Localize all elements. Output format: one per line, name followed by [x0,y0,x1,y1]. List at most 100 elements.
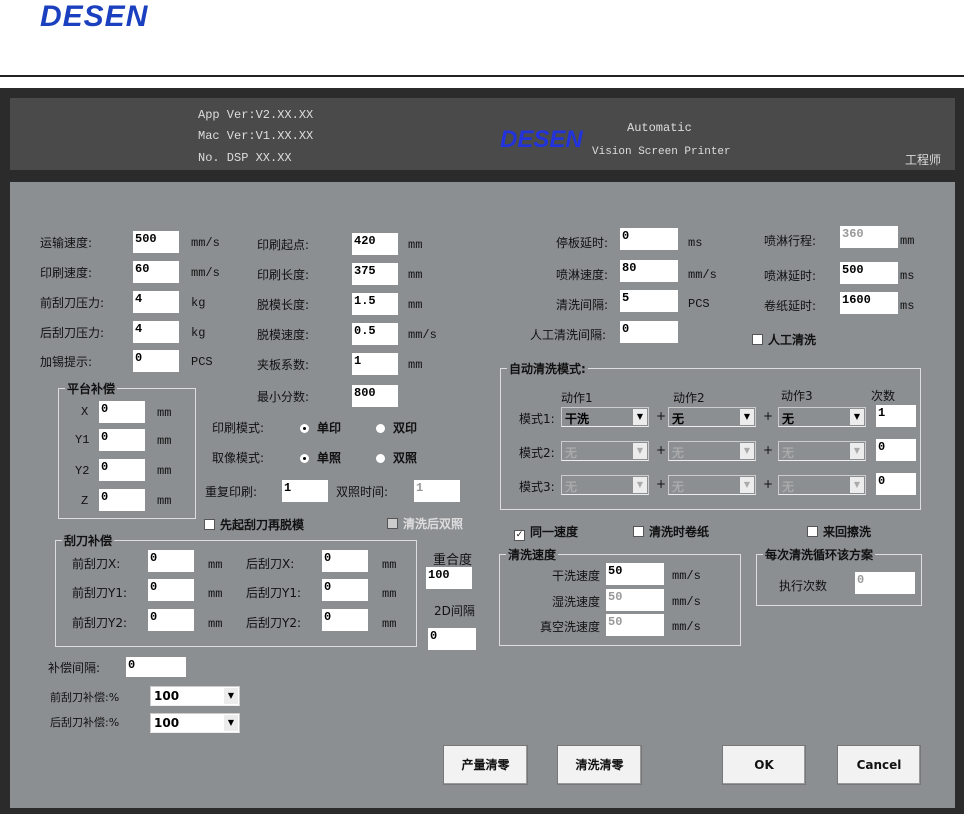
unit: kg [191,296,206,310]
front-blade-y1-input[interactable]: 0 [148,579,194,601]
cycle-count-input[interactable]: 0 [855,572,915,594]
clean-interval-label: 清洗间隔: [556,298,609,312]
image-mode-double[interactable]: 双照 [376,449,417,466]
mode2-count-input[interactable]: 0 [876,439,916,461]
mode1-action2-select[interactable]: 无 ▼ [668,407,756,427]
unit: mm [408,298,423,312]
stop-delay-input[interactable]: 0 [620,228,678,250]
gap2d-input[interactable]: 0 [428,628,476,650]
mode1-action3-select[interactable]: 无 ▼ [778,407,866,427]
wet-speed-input[interactable]: 50 [606,589,664,611]
print-start-input[interactable]: 420 [352,233,398,255]
print-mode-single[interactable]: 单印 [300,419,341,436]
reset-clean-button[interactable]: 清洗清零 [557,745,642,785]
min-score-label: 最小分数: [257,390,310,404]
rear-pressure-input[interactable]: 4 [133,321,179,343]
settings-panel: 运输速度: 500 mm/s 印刷速度: 60 mm/s 前刮刀压力: 4 kg… [10,182,955,808]
print-mode-double[interactable]: 双印 [376,419,417,436]
demold-speed-label: 脱模速度: [257,328,310,342]
reset-output-button[interactable]: 产量清零 [443,745,528,785]
unit: mm [208,617,223,631]
print-length-input[interactable]: 375 [352,263,398,285]
platform-y1-input[interactable]: 0 [99,429,145,451]
unit: PCS [688,297,710,311]
back-forth-checkbox[interactable]: 来回擦洗 [807,523,871,540]
app-version: App Ver:V2.XX.XX [198,108,314,122]
unit: mm [157,464,172,478]
radio-label: 单印 [317,421,342,435]
demold-speed-input[interactable]: 0.5 [352,323,398,345]
platform-x-input[interactable]: 0 [99,401,145,423]
double-time-input[interactable]: 1 [414,480,460,502]
chevron-down-icon: ▼ [850,409,864,425]
ok-button[interactable]: OK [722,745,806,785]
front-pressure-input[interactable]: 4 [133,291,179,313]
front-blade-x-input[interactable]: 0 [148,550,194,572]
front-pressure-label: 前刮刀压力: [40,296,105,310]
min-score-input[interactable]: 800 [352,385,398,407]
mode3-action1-select[interactable]: 无 ▼ [561,475,649,495]
label: 真空洗速度 [539,620,600,634]
mode3-action3-select[interactable]: 无 ▼ [778,475,866,495]
unit: mm [382,587,397,601]
radio-label: 单照 [317,451,342,465]
select-value: 无 [565,446,578,460]
cycle-group: 每次清洗循环该方案 执行次数 0 [756,546,922,606]
repeat-print-input[interactable]: 1 [282,480,328,502]
mode1-count-input[interactable]: 1 [876,405,916,427]
y2-label: Y2 [75,464,90,478]
vacuum-speed-input[interactable]: 50 [606,614,664,636]
rear-comp-select[interactable]: 100 ▼ [150,713,240,733]
platform-compensation-group: 平台补偿 X 0 mm Y1 0 mm Y2 0 mm Z 0 mm [58,380,196,519]
select-value: 无 [565,480,578,494]
platform-y2-input[interactable]: 0 [99,459,145,481]
same-speed-checkbox[interactable]: ✓ 同一速度 [514,523,578,541]
mode2-action3-select[interactable]: 无 ▼ [778,441,866,461]
manual-interval-label: 人工清洗间隔: [530,328,607,342]
roll-delay-input[interactable]: 1600 [840,292,898,314]
chevron-down-icon: ▼ [633,409,647,425]
select-value: 无 [672,412,685,426]
mode2-action2-select[interactable]: 无 ▼ [668,441,756,461]
clean-interval-input[interactable]: 5 [620,290,678,312]
spray-delay-input[interactable]: 500 [840,262,898,284]
print-speed-input[interactable]: 60 [133,261,179,283]
mode3-action2-select[interactable]: 无 ▼ [668,475,756,495]
blade-compensation-group: 刮刀补偿 前刮刀X: 0 mm 后刮刀X: 0 mm 前刮刀Y1: 0 mm 后… [55,532,417,647]
platform-z-input[interactable]: 0 [99,489,145,511]
rear-blade-y2-input[interactable]: 0 [322,609,368,631]
lift-blade-first-checkbox[interactable]: 先起刮刀再脱模 [204,516,304,533]
spray-speed-input[interactable]: 80 [620,260,678,282]
manual-clean-checkbox[interactable]: 人工清洗 [752,331,816,348]
transport-speed-input[interactable]: 500 [133,231,179,253]
product-line2: Vision Screen Printer [592,146,731,158]
front-comp-select[interactable]: 100 ▼ [150,686,240,706]
group-title: 清洗速度 [506,546,559,563]
overlap-input[interactable]: 100 [426,567,472,589]
plus-sign: + [656,477,667,491]
tin-hint-input[interactable]: 0 [133,350,179,372]
product-line1: Automatic [627,121,692,135]
demold-length-input[interactable]: 1.5 [352,293,398,315]
x-label: X [81,405,89,419]
dry-speed-input[interactable]: 50 [606,563,664,585]
print-start-label: 印刷起点: [257,238,310,252]
manual-interval-input[interactable]: 0 [620,321,678,343]
cancel-button[interactable]: Cancel [837,745,921,785]
roll-on-clean-checkbox[interactable]: 清洗时卷纸 [633,523,709,540]
comp-interval-input[interactable]: 0 [126,657,186,677]
front-blade-y2-input[interactable]: 0 [148,609,194,631]
spray-travel-input[interactable]: 360 [840,226,898,248]
clamp-coef-input[interactable]: 1 [352,353,398,375]
spray-travel-label: 喷淋行程: [764,234,817,248]
group-title: 刮刀补偿 [62,532,115,549]
mode2-action1-select[interactable]: 无 ▼ [561,441,649,461]
mode3-count-input[interactable]: 0 [876,473,916,495]
stop-delay-label: 停板延时: [556,236,609,250]
mode1-action1-select[interactable]: 干洗 ▼ [561,407,649,427]
rear-blade-x-input[interactable]: 0 [322,550,368,572]
overlap-label: 重合度 [433,553,473,568]
image-mode-single[interactable]: 单照 [300,449,341,466]
rear-blade-y1-input[interactable]: 0 [322,579,368,601]
clean-double-checkbox[interactable]: 清洗后双照 [387,515,463,532]
